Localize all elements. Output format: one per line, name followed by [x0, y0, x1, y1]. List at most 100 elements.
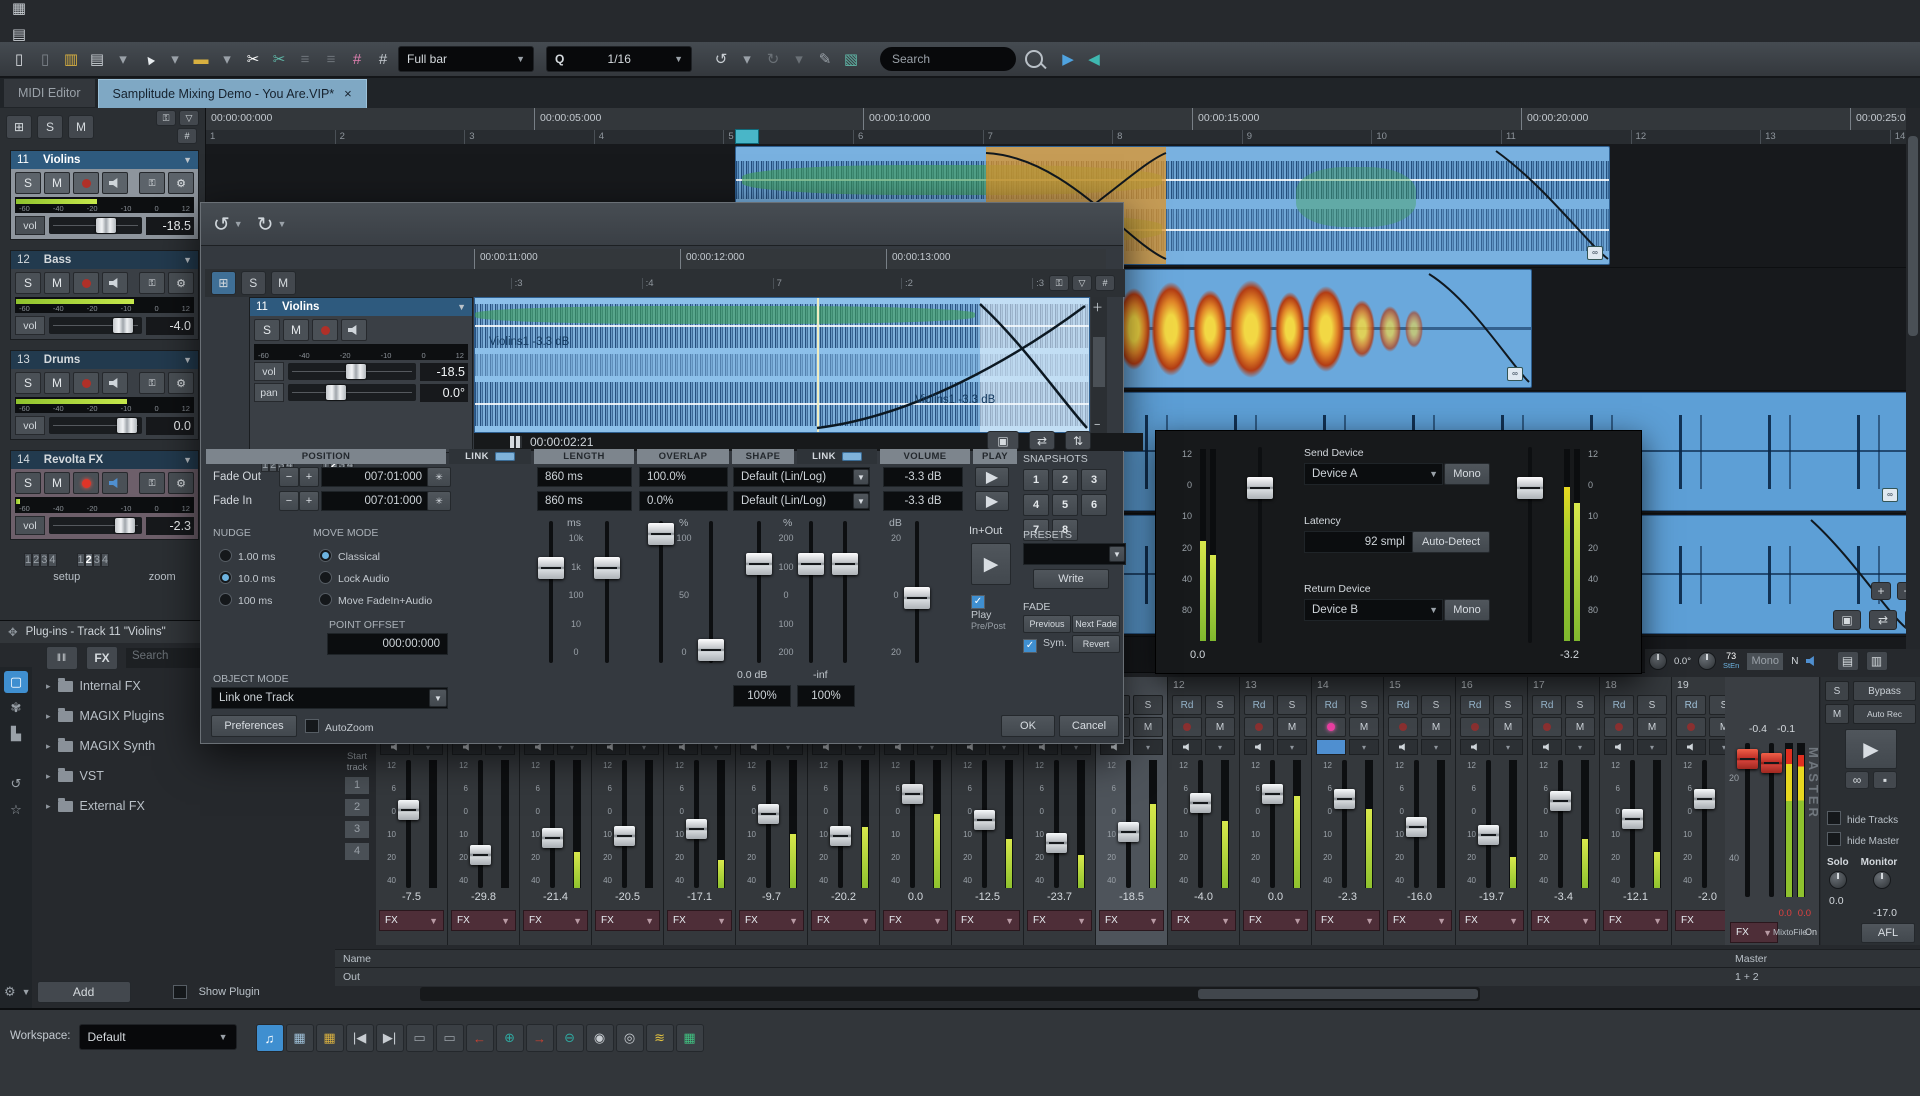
fader-handle[interactable]: [830, 826, 851, 846]
solo-button[interactable]: S: [1493, 695, 1523, 715]
pan-slider[interactable]: [288, 384, 416, 401]
channel-fader[interactable]: 1260 102040: [1600, 757, 1671, 891]
monitor-button[interactable]: [102, 272, 128, 294]
solo-button[interactable]: S: [1349, 695, 1379, 715]
fader-handle[interactable]: [974, 810, 995, 830]
toolbar-icon[interactable]: ▾: [163, 46, 187, 72]
play-button[interactable]: ▶: [1845, 729, 1897, 769]
preferences-button[interactable]: Preferences: [211, 715, 297, 737]
volume-slider[interactable]: [288, 363, 416, 380]
fader-handle[interactable]: [398, 800, 419, 820]
channel-fader[interactable]: 1260 102040: [952, 757, 1023, 891]
channel-fx-button[interactable]: FX▼: [523, 910, 588, 931]
monitor-button[interactable]: [341, 319, 367, 341]
bottom-toolbar-icon[interactable]: ◎: [616, 1024, 644, 1052]
monitor-speaker-icon[interactable]: [1388, 739, 1418, 755]
record-button[interactable]: [1460, 717, 1490, 737]
snapshot-button[interactable]: 4: [1023, 494, 1049, 516]
editor-solo-button[interactable]: S: [241, 271, 266, 295]
mute-button[interactable]: M: [44, 372, 70, 394]
channel-fx-button[interactable]: FX▼: [1531, 910, 1596, 931]
record-button[interactable]: [1316, 717, 1346, 737]
quantize-select[interactable]: Q 1/16 ▼: [546, 46, 692, 72]
record-button[interactable]: [73, 472, 99, 494]
section-link2[interactable]: LINK: [797, 449, 877, 464]
mute-button[interactable]: M: [1277, 717, 1307, 737]
auto-rec-button[interactable]: Auto Rec: [1853, 704, 1916, 724]
record-button[interactable]: [73, 272, 99, 294]
plugins-view-icon[interactable]: ▢: [4, 671, 28, 693]
shape-fader[interactable]: [809, 521, 813, 663]
mixer-scrollbar[interactable]: [420, 987, 1480, 1001]
routing-icon[interactable]: ✾: [4, 697, 28, 719]
toolbar-icon[interactable]: ▤: [85, 46, 109, 72]
record-button[interactable]: [73, 372, 99, 394]
snap-select[interactable]: Full bar▼: [398, 46, 534, 72]
fade-out-overlap-fader[interactable]: [659, 521, 663, 663]
expand-icon[interactable]: ▸: [46, 741, 51, 752]
editor-waveform[interactable]: Violins1 -3.3 dB Violins1 -3.3 dB: [474, 297, 1090, 433]
tab-project[interactable]: Samplitude Mixing Demo - You Are.VIP* ×: [98, 79, 367, 108]
fade-in-length-fader[interactable]: [605, 521, 609, 663]
bottom-toolbar-icon[interactable]: |◀: [346, 1024, 374, 1052]
automation-icon[interactable]: ▾: [1493, 739, 1523, 755]
pan-knob[interactable]: [1649, 652, 1667, 670]
mute-button[interactable]: M: [44, 472, 70, 494]
record-button[interactable]: [1532, 717, 1562, 737]
toolbar-icon[interactable]: ≡: [319, 46, 343, 72]
undo-icon[interactable]: ↺: [213, 212, 230, 237]
sym-toggle[interactable]: ✓Sym.: [1023, 637, 1067, 653]
chevron-down-icon[interactable]: ▼: [183, 255, 192, 265]
presets-select[interactable]: ▼: [1023, 543, 1126, 565]
nudge-option[interactable]: 1.00 ms: [219, 549, 275, 563]
fade-out-volume[interactable]: -3.3 dB: [883, 467, 963, 487]
afl-button[interactable]: AFL: [1861, 923, 1915, 943]
stop-icon[interactable]: ▪: [1873, 771, 1897, 789]
volume-slider[interactable]: [49, 317, 142, 334]
record-ready-button[interactable]: Rd: [1172, 695, 1202, 715]
write-button[interactable]: Write: [1033, 569, 1109, 589]
mono-button[interactable]: Mono: [1746, 652, 1784, 671]
solo-button[interactable]: S: [1421, 695, 1451, 715]
channel-fx-button[interactable]: FX▼: [595, 910, 660, 931]
fade-in-overlap-fader[interactable]: [709, 521, 713, 663]
solo-button[interactable]: S: [15, 372, 41, 394]
record-button[interactable]: [1676, 717, 1706, 737]
toolbar-icon[interactable]: ▯: [7, 46, 31, 72]
channel-fader[interactable]: 1260 102040: [736, 757, 807, 891]
add-button[interactable]: Add: [37, 981, 131, 1003]
snapshot-button[interactable]: 5: [1052, 494, 1078, 516]
channel-fader[interactable]: 1260 102040: [1096, 757, 1167, 891]
fade-out-length[interactable]: 860 ms: [537, 467, 632, 487]
nudge-option[interactable]: 100 ms: [219, 593, 272, 607]
mute-button[interactable]: M: [44, 272, 70, 294]
channel-fx-button[interactable]: FX▼: [451, 910, 516, 931]
unlock-icon[interactable]: ⚿: [139, 372, 165, 394]
next-fade-button[interactable]: Next Fade: [1072, 615, 1120, 633]
link-icon[interactable]: ∞: [1882, 488, 1898, 502]
master-mute-button[interactable]: M: [1825, 704, 1849, 724]
cancel-button[interactable]: Cancel: [1059, 715, 1119, 737]
mute-button[interactable]: M: [1565, 717, 1595, 737]
channel-fx-button[interactable]: FX▼: [667, 910, 732, 931]
setup-button[interactable]: 4: [48, 553, 56, 567]
mix-to-file-on[interactable]: On: [1805, 927, 1817, 937]
record-ready-button[interactable]: Rd: [1388, 695, 1418, 715]
v-fit-icon[interactable]: ⇅: [1065, 431, 1091, 450]
setup-button[interactable]: 1: [24, 553, 32, 567]
toolbar-icon[interactable]: ▧: [839, 46, 863, 72]
monitor-button[interactable]: [102, 472, 128, 494]
mute-button[interactable]: M: [44, 172, 70, 194]
send-fader[interactable]: [1258, 447, 1262, 643]
bottom-toolbar-icon[interactable]: →: [526, 1024, 554, 1052]
mute-button[interactable]: M: [1421, 717, 1451, 737]
monitor-knob[interactable]: [1873, 871, 1891, 889]
tab-midi-editor[interactable]: MIDI Editor: [4, 79, 95, 107]
track-header-block[interactable]: 11 Violins ▼ S M ⚿ ⚙ -60-40-20 -100: [10, 150, 199, 240]
object-mode-select[interactable]: Link one Track ▼: [211, 687, 448, 709]
fx-gear-icon[interactable]: ⚙: [168, 472, 194, 494]
fx-tab[interactable]: FX: [86, 646, 118, 670]
channel-fx-button[interactable]: FX▼: [1315, 910, 1380, 931]
factory-icon[interactable]: ▙: [4, 723, 28, 745]
master-route[interactable]: 1 + 2: [1735, 971, 1759, 983]
